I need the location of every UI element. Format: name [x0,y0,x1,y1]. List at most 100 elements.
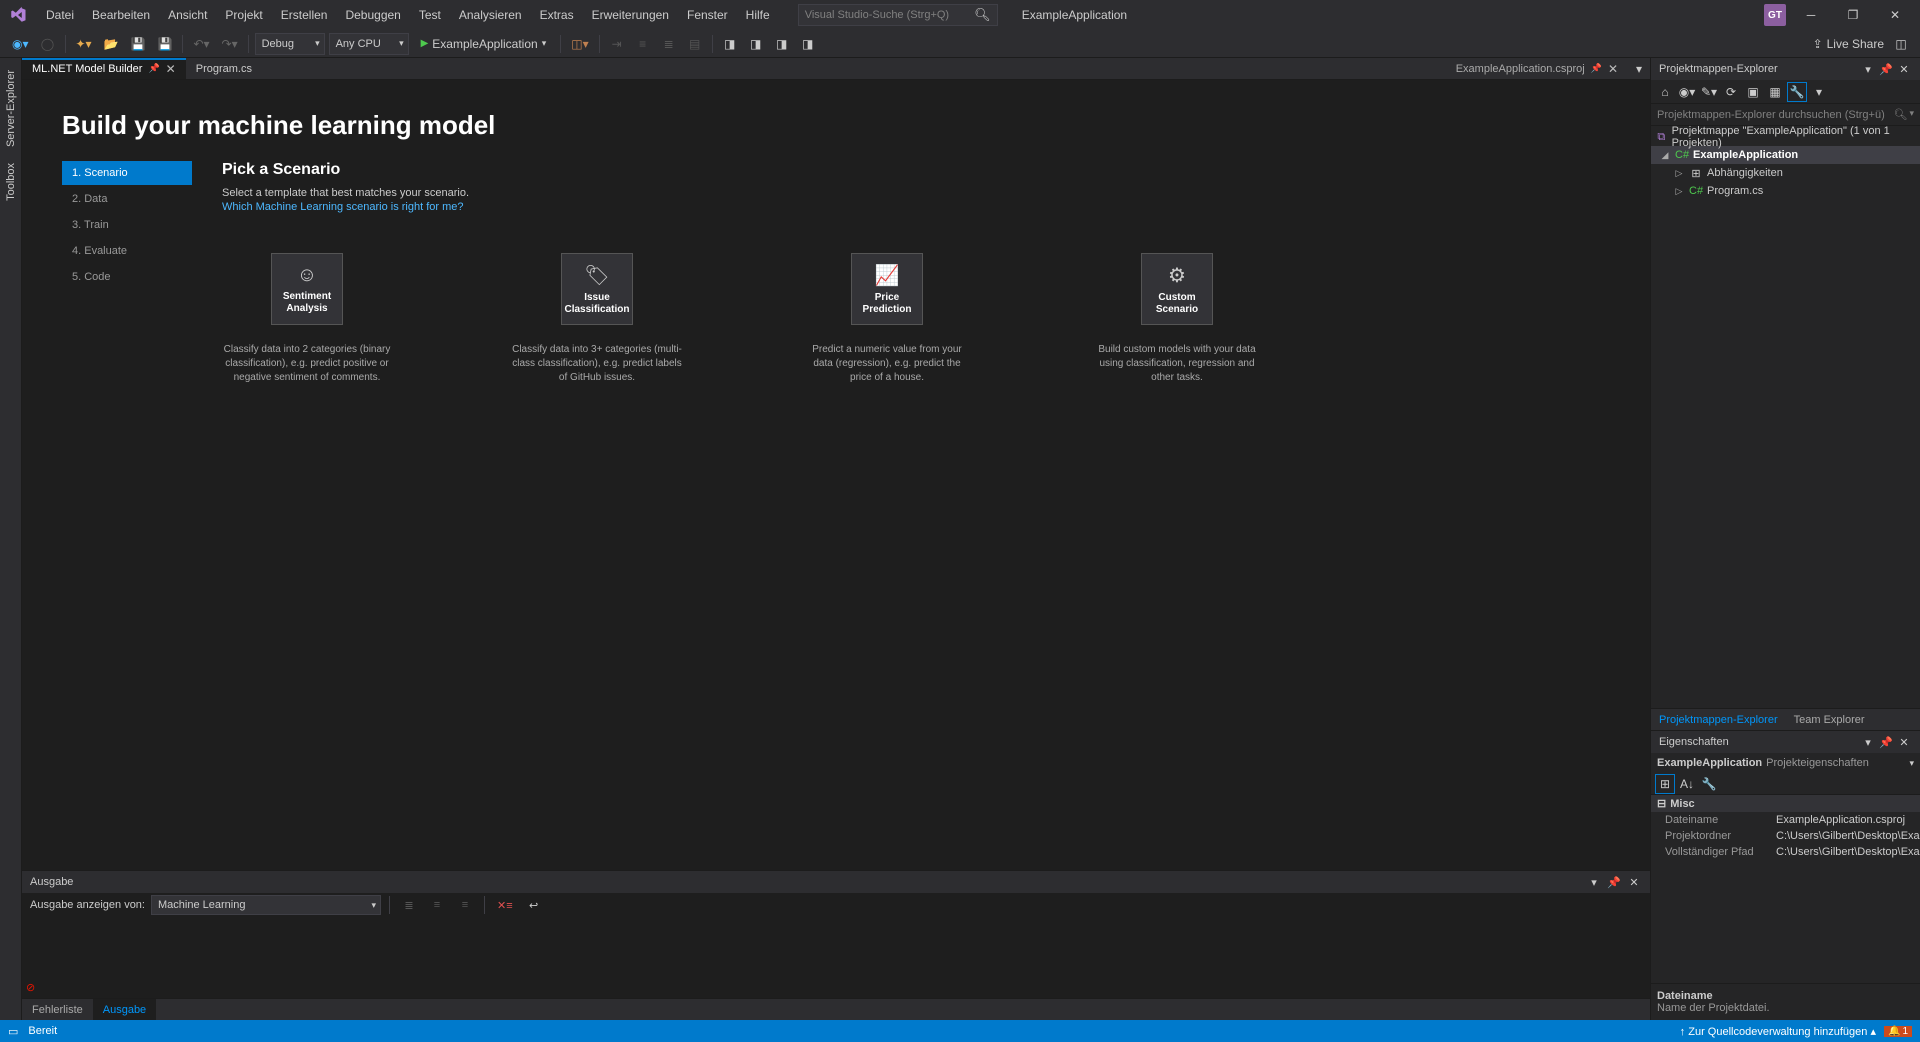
menu-erstellen[interactable]: Erstellen [273,4,336,26]
tree-dependencies[interactable]: ▷ ⊞ Abhängigkeiten [1651,164,1920,182]
tab-overflow-button[interactable]: ▾ [1628,58,1650,80]
props-row-projektordner[interactable]: Projektordner C:\Users\Gilbert\Desktop\E… [1651,828,1920,844]
props-row-vollstaendiger-pfad[interactable]: Vollständiger Pfad C:\Users\Gilbert\Desk… [1651,844,1920,860]
nav-forward-button[interactable]: ◯ [37,33,59,55]
panel-close-icon[interactable]: ✕ [1896,734,1912,750]
menu-bearbeiten[interactable]: Bearbeiten [84,4,158,26]
new-project-button[interactable]: ✦▾ [72,33,96,55]
feedback-button[interactable]: ◫ [1890,33,1912,55]
expand-icon[interactable]: ▷ [1673,186,1685,197]
props-categorize-icon[interactable]: ⊞ [1655,774,1675,794]
close-icon[interactable]: ✕ [166,62,176,76]
properties-subject-dropdown[interactable]: ExampleApplication Projekteigenschaften [1651,753,1920,773]
output-tb-2[interactable]: ≡ [426,894,448,916]
help-link[interactable]: Which Machine Learning scenario is right… [222,201,1610,213]
output-tb-3[interactable]: ≡ [454,894,476,916]
user-badge[interactable]: GT [1764,4,1786,26]
step-code[interactable]: 5. Code [62,265,192,289]
menu-fenster[interactable]: Fenster [679,4,736,26]
scenario-sentiment-card[interactable]: ☺ SentimentAnalysis [271,253,343,325]
tree-program-cs[interactable]: ▷ C# Program.cs [1651,182,1920,200]
panel-dropdown-icon[interactable]: ▾ [1860,734,1876,750]
props-wrench-icon[interactable]: 🔧 [1699,774,1719,794]
tab-ml-builder[interactable]: ML.NET Model Builder 📌 ✕ [22,58,186,79]
platform-dropdown[interactable]: Any CPU [329,33,409,55]
tab-ausgabe[interactable]: Ausgabe [93,999,156,1020]
toolbar-bookmark-1[interactable]: ◨ [719,33,741,55]
save-all-button[interactable]: 💾 [153,33,176,55]
menu-analysieren[interactable]: Analysieren [451,4,530,26]
config-dropdown[interactable]: Debug [255,33,325,55]
open-file-button[interactable]: 📂 [100,33,123,55]
tree-solution[interactable]: ⧉ Projektmappe "ExampleApplication" (1 v… [1651,128,1920,146]
step-scenario[interactable]: 1. Scenario [62,161,192,185]
save-button[interactable]: 💾 [127,33,150,55]
pin-icon[interactable]: 📌 [148,63,159,74]
step-data[interactable]: 2. Data [62,187,192,211]
pin-icon[interactable]: 📌 [1591,63,1602,74]
step-train[interactable]: 3. Train [62,213,192,237]
panel-dropdown-icon[interactable]: ▾ [1860,61,1876,77]
toolbox-tab[interactable]: Toolbox [3,155,19,209]
panel-dropdown-icon[interactable]: ▾ [1586,874,1602,890]
panel-pin-icon[interactable]: 📌 [1878,734,1894,750]
expand-icon[interactable]: ▷ [1673,168,1685,179]
statusbar-window-icon[interactable]: ▭ [8,1025,18,1038]
server-explorer-tab[interactable]: Server-Explorer [3,62,19,155]
menu-hilfe[interactable]: Hilfe [738,4,778,26]
se-sync-icon[interactable]: ⟳ [1721,82,1741,102]
tab-team-explorer[interactable]: Team Explorer [1786,709,1873,730]
tab-csproj[interactable]: ExampleApplication.csproj 📌 ✕ [1446,62,1628,76]
props-alpha-icon[interactable]: A↓ [1677,774,1697,794]
scenario-price-card[interactable]: 📈 PricePrediction [851,253,923,325]
se-showall-icon[interactable]: ▦ [1765,82,1785,102]
live-share-button[interactable]: ⇪ Live Share [1813,37,1884,51]
run-button[interactable]: ▶ ExampleApplication ▾ [413,33,555,55]
se-preview-icon[interactable]: ▾ [1809,82,1829,102]
scenario-issue-card[interactable]: 🏷 IssueClassification [561,253,633,325]
toolbar-bookmark-4[interactable]: ◨ [797,33,819,55]
source-control-button[interactable]: ↑ Zur Quellcodeverwaltung hinzufügen ▴ [1680,1025,1876,1038]
se-toggle-icon[interactable]: ◉▾ [1677,82,1697,102]
props-row-dateiname[interactable]: Dateiname ExampleApplication.csproj [1651,812,1920,828]
redo-button[interactable]: ↷▾ [218,33,242,55]
se-collapse-icon[interactable]: ▣ [1743,82,1763,102]
panel-close-icon[interactable]: ✕ [1896,61,1912,77]
close-button[interactable]: ✕ [1878,2,1912,28]
output-wrap-button[interactable]: ↩ [523,894,545,916]
se-properties-icon[interactable]: 🔧 [1787,82,1807,102]
scenario-custom-card[interactable]: ⚙ CustomScenario [1141,253,1213,325]
output-clear-button[interactable]: ✕≡ [493,894,517,916]
toolbar-bookmark-2[interactable]: ◨ [745,33,767,55]
props-category-misc[interactable]: ⊟ Misc [1651,795,1920,812]
quick-search-input[interactable]: Visual Studio-Suche (Strg+Q) 🔍︎ [798,4,998,26]
notifications-button[interactable]: 🔔 1 [1884,1026,1912,1037]
nav-back-button[interactable]: ◉▾ [8,33,33,55]
panel-close-icon[interactable]: ✕ [1626,874,1642,890]
close-icon[interactable]: ✕ [1608,62,1618,76]
expand-icon[interactable]: ◢ [1659,150,1671,161]
menu-extras[interactable]: Extras [532,4,582,26]
panel-pin-icon[interactable]: 📌 [1606,874,1622,890]
tab-solution-explorer[interactable]: Projektmappen-Explorer [1651,709,1786,730]
tab-fehlerliste[interactable]: Fehlerliste [22,999,93,1020]
toolbar-bookmark-3[interactable]: ◨ [771,33,793,55]
se-pending-icon[interactable]: ✎▾ [1699,82,1719,102]
tab-program-cs[interactable]: Program.cs [186,58,262,79]
panel-pin-icon[interactable]: 📌 [1878,61,1894,77]
menu-test[interactable]: Test [411,4,449,26]
menu-ansicht[interactable]: Ansicht [160,4,215,26]
undo-button[interactable]: ↶▾ [189,33,213,55]
minimize-button[interactable]: ─ [1794,2,1828,28]
output-tb-1[interactable]: ≣ [398,894,420,916]
menu-debuggen[interactable]: Debuggen [337,4,408,26]
maximize-button[interactable]: ❐ [1836,2,1870,28]
solution-search-input[interactable]: Projektmappen-Explorer durchsuchen (Strg… [1651,104,1920,126]
se-home-icon[interactable]: ⌂ [1655,82,1675,102]
output-source-dropdown[interactable]: Machine Learning [151,895,381,915]
menu-erweiterungen[interactable]: Erweiterungen [584,4,677,26]
toolbar-icon-1[interactable]: ◫▾ [567,33,592,55]
step-evaluate[interactable]: 4. Evaluate [62,239,192,263]
menu-projekt[interactable]: Projekt [217,4,270,26]
menu-datei[interactable]: Datei [38,4,82,26]
